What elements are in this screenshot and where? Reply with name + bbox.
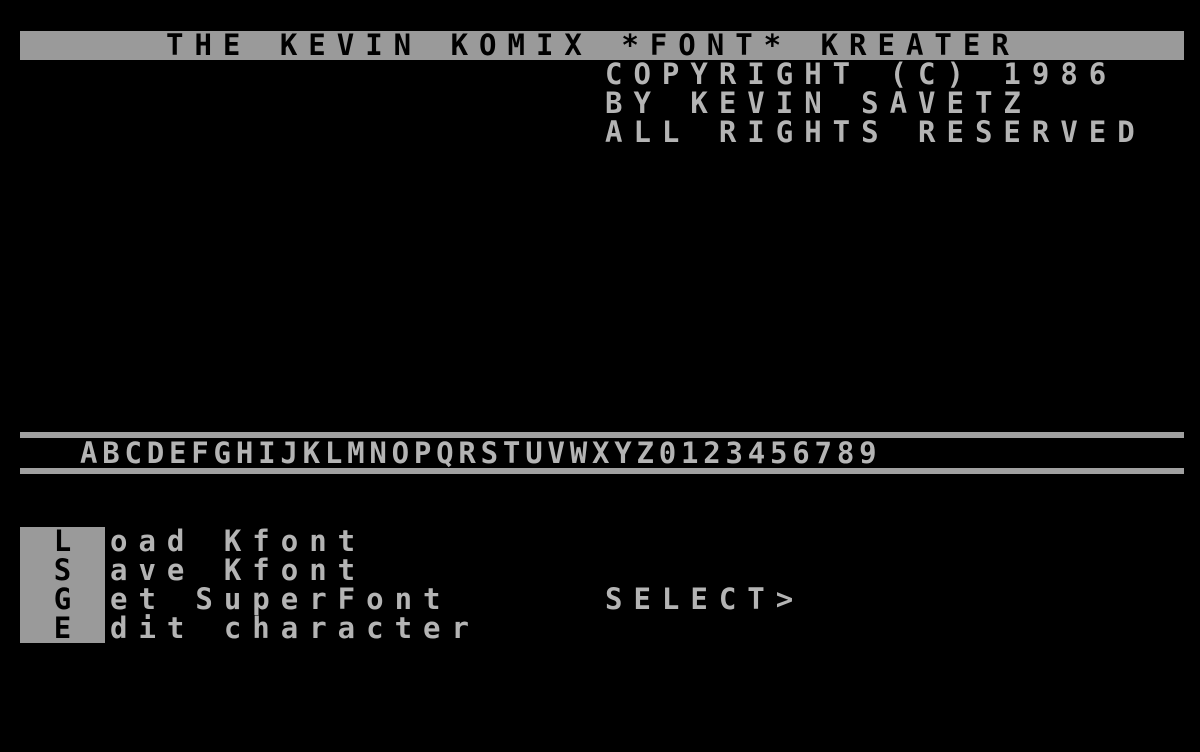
menu-label-load-kfont[interactable]: oad Kfont xyxy=(110,527,366,556)
menu-hotkey[interactable]: L xyxy=(20,527,105,556)
charset-divider-bottom xyxy=(20,468,1184,474)
menu-label-get-superfont[interactable]: et SuperFont xyxy=(110,585,452,614)
menu-label-edit-character[interactable]: dit character xyxy=(110,614,480,643)
menu-hotkey[interactable]: E xyxy=(20,614,105,643)
copyright-line: COPYRIGHT (C) 1986 xyxy=(605,57,1118,91)
menu-hotkey[interactable]: G xyxy=(20,585,105,614)
rights-line: ALL RIGHTS RESERVED xyxy=(605,115,1146,149)
author-line: BY KEVIN SAVETZ xyxy=(605,86,1032,120)
select-prompt[interactable]: SELECT> xyxy=(605,585,804,614)
menu-label-save-kfont[interactable]: ave Kfont xyxy=(110,556,366,585)
menu-hotkey[interactable]: S xyxy=(20,556,105,585)
font-preview-charset: ABCDEFGHIJKLMNOPQRSTUVWXYZ0123456789 xyxy=(80,436,882,470)
app-title: THE KEVIN KOMIX *FONT* KREATER xyxy=(166,28,1020,62)
